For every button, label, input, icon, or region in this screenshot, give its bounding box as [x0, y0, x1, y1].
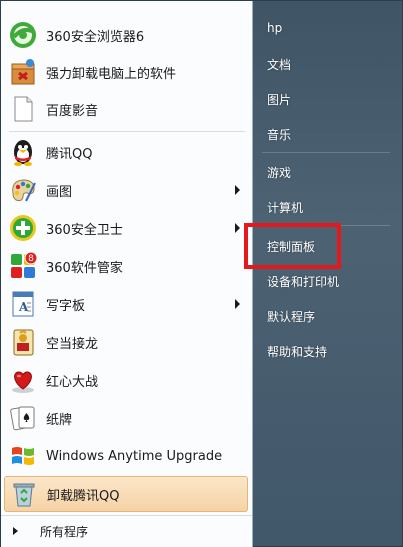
program-label: 纸牌: [46, 412, 73, 428]
browser-360-icon: [7, 19, 39, 51]
all-programs-button[interactable]: 所有程序: [1, 515, 252, 546]
wordpad-icon: A: [7, 288, 39, 320]
program-label: 空当接龙: [46, 336, 99, 352]
hearts-icon: [7, 364, 39, 396]
program-item-uninstall-qq[interactable]: 卸载腾讯QQ: [4, 476, 248, 512]
places-item-user[interactable]: hp: [267, 21, 282, 35]
places-item-devices-printers[interactable]: 设备和打印机: [267, 273, 339, 290]
submenu-arrow-icon: [235, 185, 240, 195]
qq-penguin-icon: [7, 136, 39, 168]
program-item-solitaire[interactable]: 纸牌: [4, 400, 248, 436]
program-item-wordpad[interactable]: A 写字板: [4, 286, 248, 322]
places-item-help-support[interactable]: 帮助和支持: [267, 343, 327, 360]
places-panel: hp 文档 图片 音乐 游戏 计算机 控制面板 设备和打印机 默认程序 帮助和支…: [254, 1, 402, 547]
program-item-uninstaller[interactable]: 强力卸载电脑上的软件: [4, 54, 248, 90]
start-menu: 360安全浏览器6 强力卸载电脑上的软件 百度影音 腾讯QQ 画图 360安全卫…: [0, 0, 403, 547]
program-label: 360软件管家: [46, 260, 123, 276]
program-label: 强力卸载电脑上的软件: [46, 66, 177, 82]
places-item-music[interactable]: 音乐: [267, 126, 291, 143]
submenu-arrow-icon: [235, 223, 240, 233]
program-item-freecell[interactable]: 空当接龙: [4, 324, 248, 360]
program-item-360-browser[interactable]: 360安全浏览器6: [4, 17, 248, 53]
cutoff-icon: [7, 0, 39, 5]
freecell-icon: [7, 326, 39, 358]
program-label: 360安全浏览器6: [46, 29, 145, 45]
program-label: Windows Anytime Upgrade: [46, 448, 223, 464]
places-item-computer[interactable]: 计算机: [267, 199, 303, 216]
recycle-bin-icon: [8, 478, 40, 510]
program-label: 画图: [46, 184, 73, 200]
annotation-highlight-box: [244, 223, 341, 269]
program-item-360-safe[interactable]: 360安全卫士: [4, 210, 248, 246]
program-label: 腾讯QQ: [46, 146, 93, 162]
submenu-arrow-icon: [235, 299, 240, 309]
places-item-default-programs[interactable]: 默认程序: [267, 308, 315, 325]
paint-palette-icon: [7, 174, 39, 206]
uninstall-box-icon: [7, 56, 39, 88]
all-programs-label: 所有程序: [40, 524, 89, 539]
places-item-pictures[interactable]: 图片: [267, 91, 291, 108]
program-label: 百度影音: [46, 103, 99, 119]
program-label: 红心大战: [46, 374, 99, 390]
places-separator: [262, 152, 390, 153]
places-item-games[interactable]: 游戏: [267, 164, 291, 181]
windows-flag-icon: [7, 440, 39, 472]
software-manager-360-icon: 8: [7, 250, 39, 282]
separator: [9, 131, 245, 132]
security-guard-360-icon: [7, 212, 39, 244]
program-label: 卸载腾讯QQ: [47, 488, 120, 504]
program-item-hearts[interactable]: 红心大战: [4, 362, 248, 398]
blank-document-icon: [7, 93, 39, 125]
program-item-paint[interactable]: 画图: [4, 172, 248, 208]
solitaire-icon: [7, 402, 39, 434]
program-item-baidu-player[interactable]: 百度影音: [4, 91, 248, 127]
program-item-360-software-manager[interactable]: 8 360软件管家: [4, 248, 248, 284]
program-item-cutoff[interactable]: [4, 0, 248, 5]
badge-count: 8: [28, 254, 34, 264]
places-item-documents[interactable]: 文档: [267, 56, 291, 73]
program-label: 写字板: [46, 298, 86, 314]
program-item-qq[interactable]: 腾讯QQ: [4, 134, 248, 170]
programs-panel: 360安全浏览器6 强力卸载电脑上的软件 百度影音 腾讯QQ 画图 360安全卫…: [1, 1, 253, 547]
arrow-right-icon: [13, 527, 18, 535]
program-label: 360安全卫士: [46, 222, 123, 238]
program-item-windows-anytime-upgrade[interactable]: Windows Anytime Upgrade: [4, 438, 248, 474]
